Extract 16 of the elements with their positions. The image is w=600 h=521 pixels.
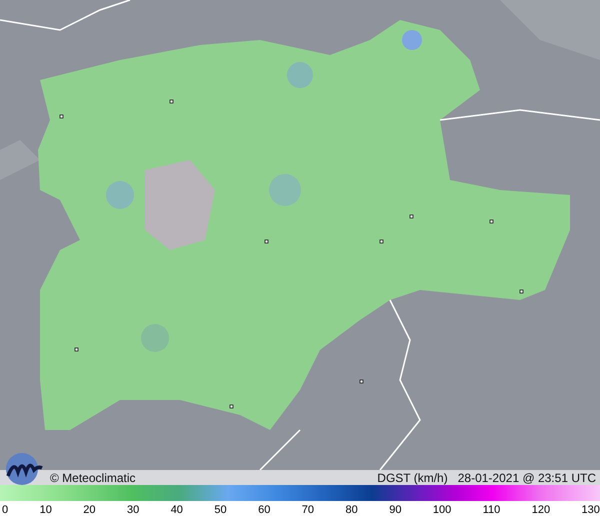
scale-label: 80 (346, 504, 358, 516)
copyright-text: © Meteoclimatic (50, 470, 136, 484)
map-title: DGST (km/h) 28-01-2021 @ 23:51 UTC (377, 470, 596, 484)
scale-label: 120 (532, 504, 550, 516)
scale-label: 60 (258, 504, 270, 516)
scale-label: 40 (170, 504, 183, 516)
scale-label: 50 (214, 504, 227, 516)
scale-label: 90 (389, 504, 402, 516)
scale-label: 20 (83, 504, 96, 516)
scale-label: 130 (582, 504, 600, 516)
scale-label: 70 (302, 504, 314, 516)
scale-label: 10 (40, 504, 52, 516)
scale-label: 0 (2, 504, 8, 516)
scale-label: 30 (126, 504, 140, 516)
scale-label: 110 (482, 504, 500, 516)
scale-label: 100 (432, 504, 452, 516)
